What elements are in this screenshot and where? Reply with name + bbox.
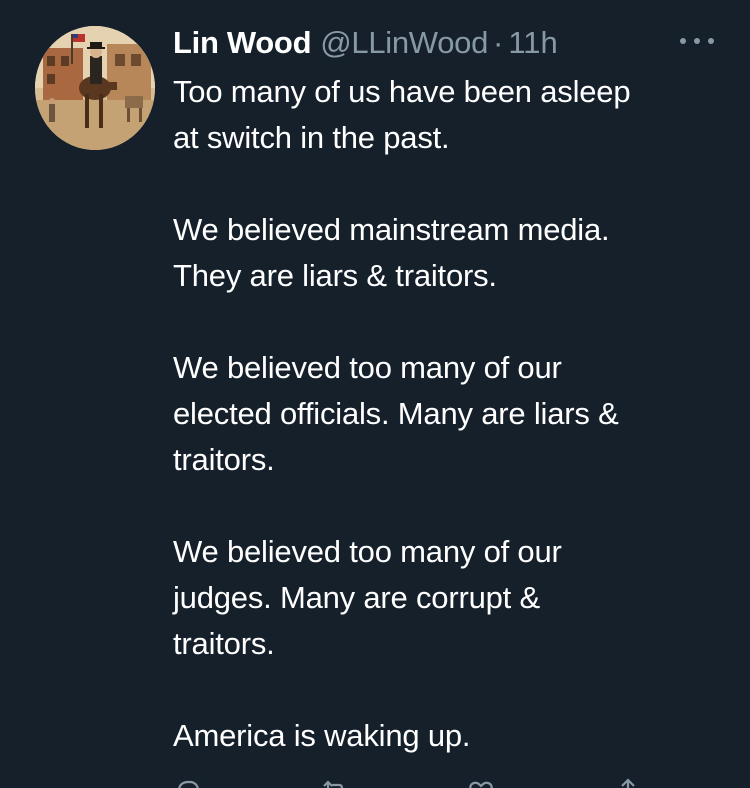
tweet-actions: [173, 776, 643, 788]
more-dot: [694, 38, 700, 44]
tweet: Lin Wood @LLinWood · 11h Too many of us …: [0, 0, 750, 788]
tweet-paragraph: We believed too many of our judges. Many…: [173, 534, 562, 661]
more-dot: [708, 38, 714, 44]
header-separator: ·: [493, 25, 504, 60]
tweet-header: Lin Wood @LLinWood · 11h: [173, 22, 558, 64]
reply-icon[interactable]: [173, 776, 203, 788]
profile-avatar[interactable]: [35, 26, 155, 150]
more-options-icon[interactable]: [680, 33, 714, 49]
author-display-name[interactable]: Lin Wood: [173, 22, 312, 64]
tweet-paragraph: Too many of us have been asleep at switc…: [173, 74, 631, 155]
author-handle[interactable]: @LLinWood: [320, 22, 488, 64]
retweet-icon[interactable]: [320, 776, 350, 788]
tweet-text: Too many of us have been asleep at switc…: [173, 69, 733, 759]
tweet-timestamp[interactable]: 11h: [508, 22, 557, 64]
share-icon[interactable]: [613, 776, 643, 788]
like-icon[interactable]: [466, 776, 496, 788]
tweet-paragraph: We believed too many of our elected offi…: [173, 350, 619, 477]
tweet-paragraph: We believed mainstream media. They are l…: [173, 212, 610, 293]
tweet-paragraph: America is waking up.: [173, 718, 471, 753]
more-dot: [680, 38, 686, 44]
